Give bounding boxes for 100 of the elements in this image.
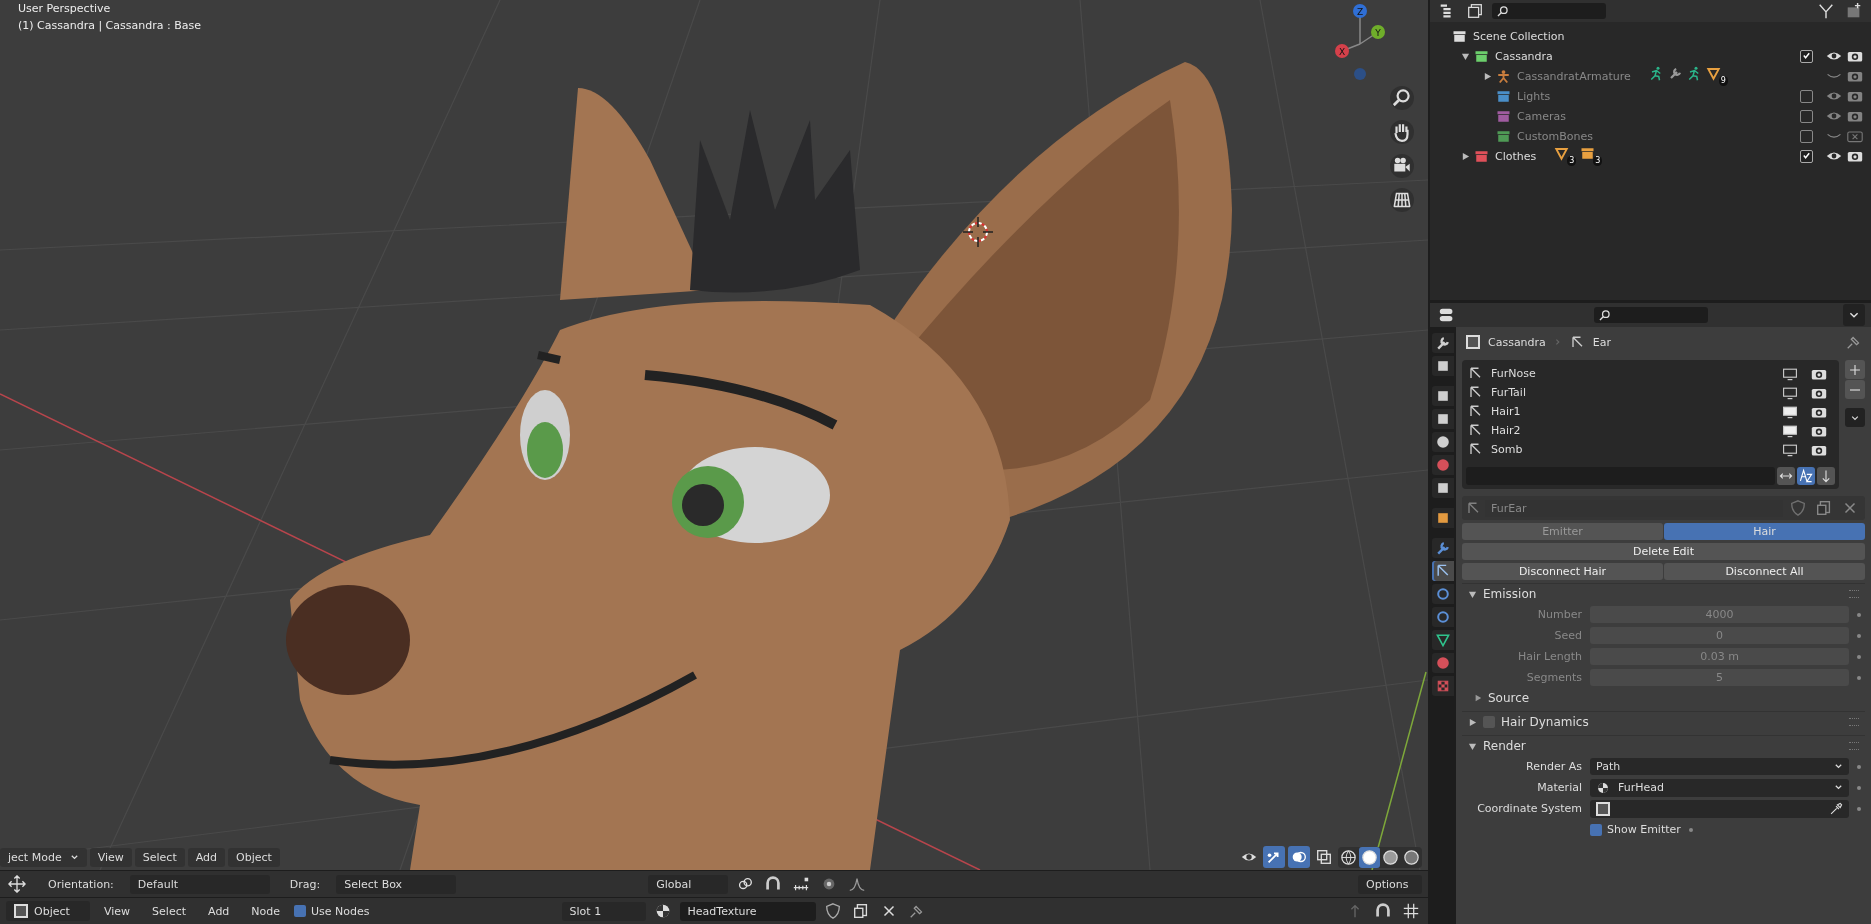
expand-arrow-icon[interactable] [1482, 71, 1492, 81]
list-item[interactable]: Hair2 [1491, 424, 1521, 437]
expand-arrow-icon[interactable] [1460, 51, 1470, 61]
mode-dropdown[interactable]: ject Mode [0, 847, 87, 867]
exclude-checkbox[interactable] [1800, 129, 1813, 143]
menu-item[interactable]: View [89, 847, 132, 867]
monitor-filled-icon[interactable] [1782, 423, 1798, 438]
outliner-item[interactable]: Cameras [1517, 109, 1566, 123]
action-button[interactable]: Delete Edit [1462, 543, 1865, 560]
exclude-checkbox[interactable] [1800, 149, 1813, 163]
caret-icon [1834, 762, 1843, 771]
particles-icon[interactable] [1466, 500, 1481, 516]
menu-item[interactable]: Add [187, 847, 225, 867]
field-label: Coordinate System [1476, 802, 1582, 815]
list-item[interactable]: Somb [1491, 443, 1523, 456]
collection-badge[interactable]: 3 [1580, 146, 1603, 166]
monitor-filled-icon[interactable] [1782, 404, 1798, 419]
camera-icon[interactable] [1390, 154, 1414, 178]
enable-checkbox[interactable] [1483, 716, 1495, 728]
move-tool-icon[interactable] [6, 873, 28, 895]
action-button[interactable]: Disconnect All [1664, 563, 1865, 580]
camera-icon[interactable] [1847, 49, 1863, 63]
checkmark-icon [1802, 150, 1811, 160]
menu-item[interactable]: Select [134, 847, 185, 867]
chevron-down-icon[interactable] [1843, 304, 1865, 326]
drag-label: Drag: [289, 877, 321, 891]
navigation-gizmo[interactable]: Z Y X [1330, 2, 1390, 82]
3d-viewport[interactable]: User Perspective (1) Cassandra | Cassandra : Base Z Y X ject Mode View Select Add Object [0, 0, 1428, 870]
remove-button[interactable] [1845, 380, 1865, 399]
specials-menu-button[interactable] [1845, 408, 1865, 427]
mesh-badge[interactable]: 9 [1705, 66, 1728, 86]
list-item[interactable]: FurNose [1491, 367, 1536, 380]
gizmo-toggle-icon[interactable] [1263, 846, 1285, 868]
use-nodes-checkbox[interactable]: Use Nodes [294, 904, 370, 918]
arrow-down-icon[interactable] [1817, 467, 1835, 485]
particles-icon[interactable] [1432, 561, 1454, 581]
menu-item[interactable]: Add [200, 901, 238, 921]
menu-item[interactable]: Node [243, 901, 289, 921]
monitor-icon[interactable] [1782, 366, 1798, 381]
drag-dropdown[interactable]: Select Box [336, 874, 457, 894]
outliner-item[interactable]: Lights [1517, 89, 1551, 103]
outliner-item[interactable]: Clothes [1495, 149, 1537, 163]
expand-arrow-icon[interactable] [1468, 717, 1477, 727]
slot-dropdown[interactable]: Slot 1 [561, 901, 646, 921]
menu-item[interactable]: View [96, 901, 139, 921]
grid-icon[interactable] [1390, 188, 1414, 212]
search-field[interactable] [1492, 3, 1606, 19]
square-icon[interactable] [1432, 508, 1454, 528]
stick-figure-icon [1496, 68, 1511, 84]
outliner-item[interactable]: Cassandra [1495, 49, 1553, 63]
material-name-field[interactable]: HeadTexture [679, 901, 816, 921]
hand-icon[interactable] [1390, 120, 1414, 144]
zoom-icon[interactable] [1390, 86, 1414, 110]
monitor-icon[interactable] [1782, 385, 1798, 400]
menu-item[interactable]: Select [144, 901, 195, 921]
monitor-icon[interactable] [1782, 442, 1798, 457]
outliner-item[interactable]: CassandratArmature [1517, 69, 1631, 83]
particles-icon [1569, 334, 1585, 350]
exclude-checkbox[interactable] [1800, 109, 1813, 123]
overlays-toggle-icon[interactable] [1288, 846, 1310, 868]
wrench-icon[interactable] [1432, 538, 1454, 558]
mesh-badge[interactable]: 3 [1554, 146, 1577, 166]
action-button[interactable]: Disconnect Hair [1462, 563, 1663, 580]
sort-alpha-icon[interactable] [1797, 467, 1815, 485]
eyedropper-icon[interactable] [1829, 801, 1843, 816]
object-picker-field[interactable] [1590, 799, 1849, 818]
tools-icon[interactable] [1432, 333, 1454, 353]
list-item[interactable]: FurTail [1491, 386, 1526, 399]
add-button[interactable] [1845, 360, 1865, 379]
list-item[interactable]: Hair1 [1491, 405, 1521, 418]
menu-item[interactable]: Object [228, 847, 280, 867]
outliner-item[interactable]: Scene Collection [1473, 29, 1565, 43]
options-dropdown[interactable]: Options [1358, 874, 1422, 894]
camera-icon[interactable] [1847, 149, 1863, 163]
exclude-checkbox[interactable] [1800, 49, 1813, 63]
swap-arrows-icon[interactable] [1777, 467, 1795, 485]
orbit-icon[interactable] [1432, 584, 1454, 604]
render-as-dropdown[interactable]: Path [1590, 758, 1849, 775]
expand-arrow-icon[interactable] [1468, 741, 1477, 751]
search-icon [1597, 308, 1611, 322]
expand-arrow-icon[interactable] [1460, 151, 1470, 161]
orientation-dropdown[interactable]: Default [129, 874, 270, 894]
exclude-checkbox[interactable] [1800, 89, 1813, 103]
outliner-item[interactable]: CustomBones [1517, 129, 1593, 143]
drag-handle-icon[interactable] [1849, 742, 1859, 750]
material-dropdown[interactable]: FurHead [1590, 778, 1849, 797]
show-emitter-checkbox[interactable]: Show Emitter [1590, 823, 1681, 836]
field-label: Hair Length [1516, 650, 1582, 663]
field-label: Segments [1525, 671, 1582, 684]
triangle-mesh-icon[interactable] [1432, 630, 1454, 650]
shading-mode-icon[interactable] [1359, 846, 1380, 868]
editor-object-dropdown[interactable]: Object [6, 901, 90, 921]
transform-orientation-dropdown[interactable]: Global [648, 874, 729, 894]
search-field[interactable] [1593, 307, 1708, 323]
tiled-squares-icon[interactable] [1432, 676, 1454, 696]
panel-header[interactable]: Hair Dynamics [1462, 711, 1865, 732]
breadcrumb-item: Cassandra [1488, 335, 1546, 349]
drag-handle-icon[interactable] [1849, 718, 1859, 726]
type-tab[interactable]: Hair [1664, 523, 1865, 540]
object-info: (1) Cassandra | Cassandra : Base [18, 19, 201, 32]
